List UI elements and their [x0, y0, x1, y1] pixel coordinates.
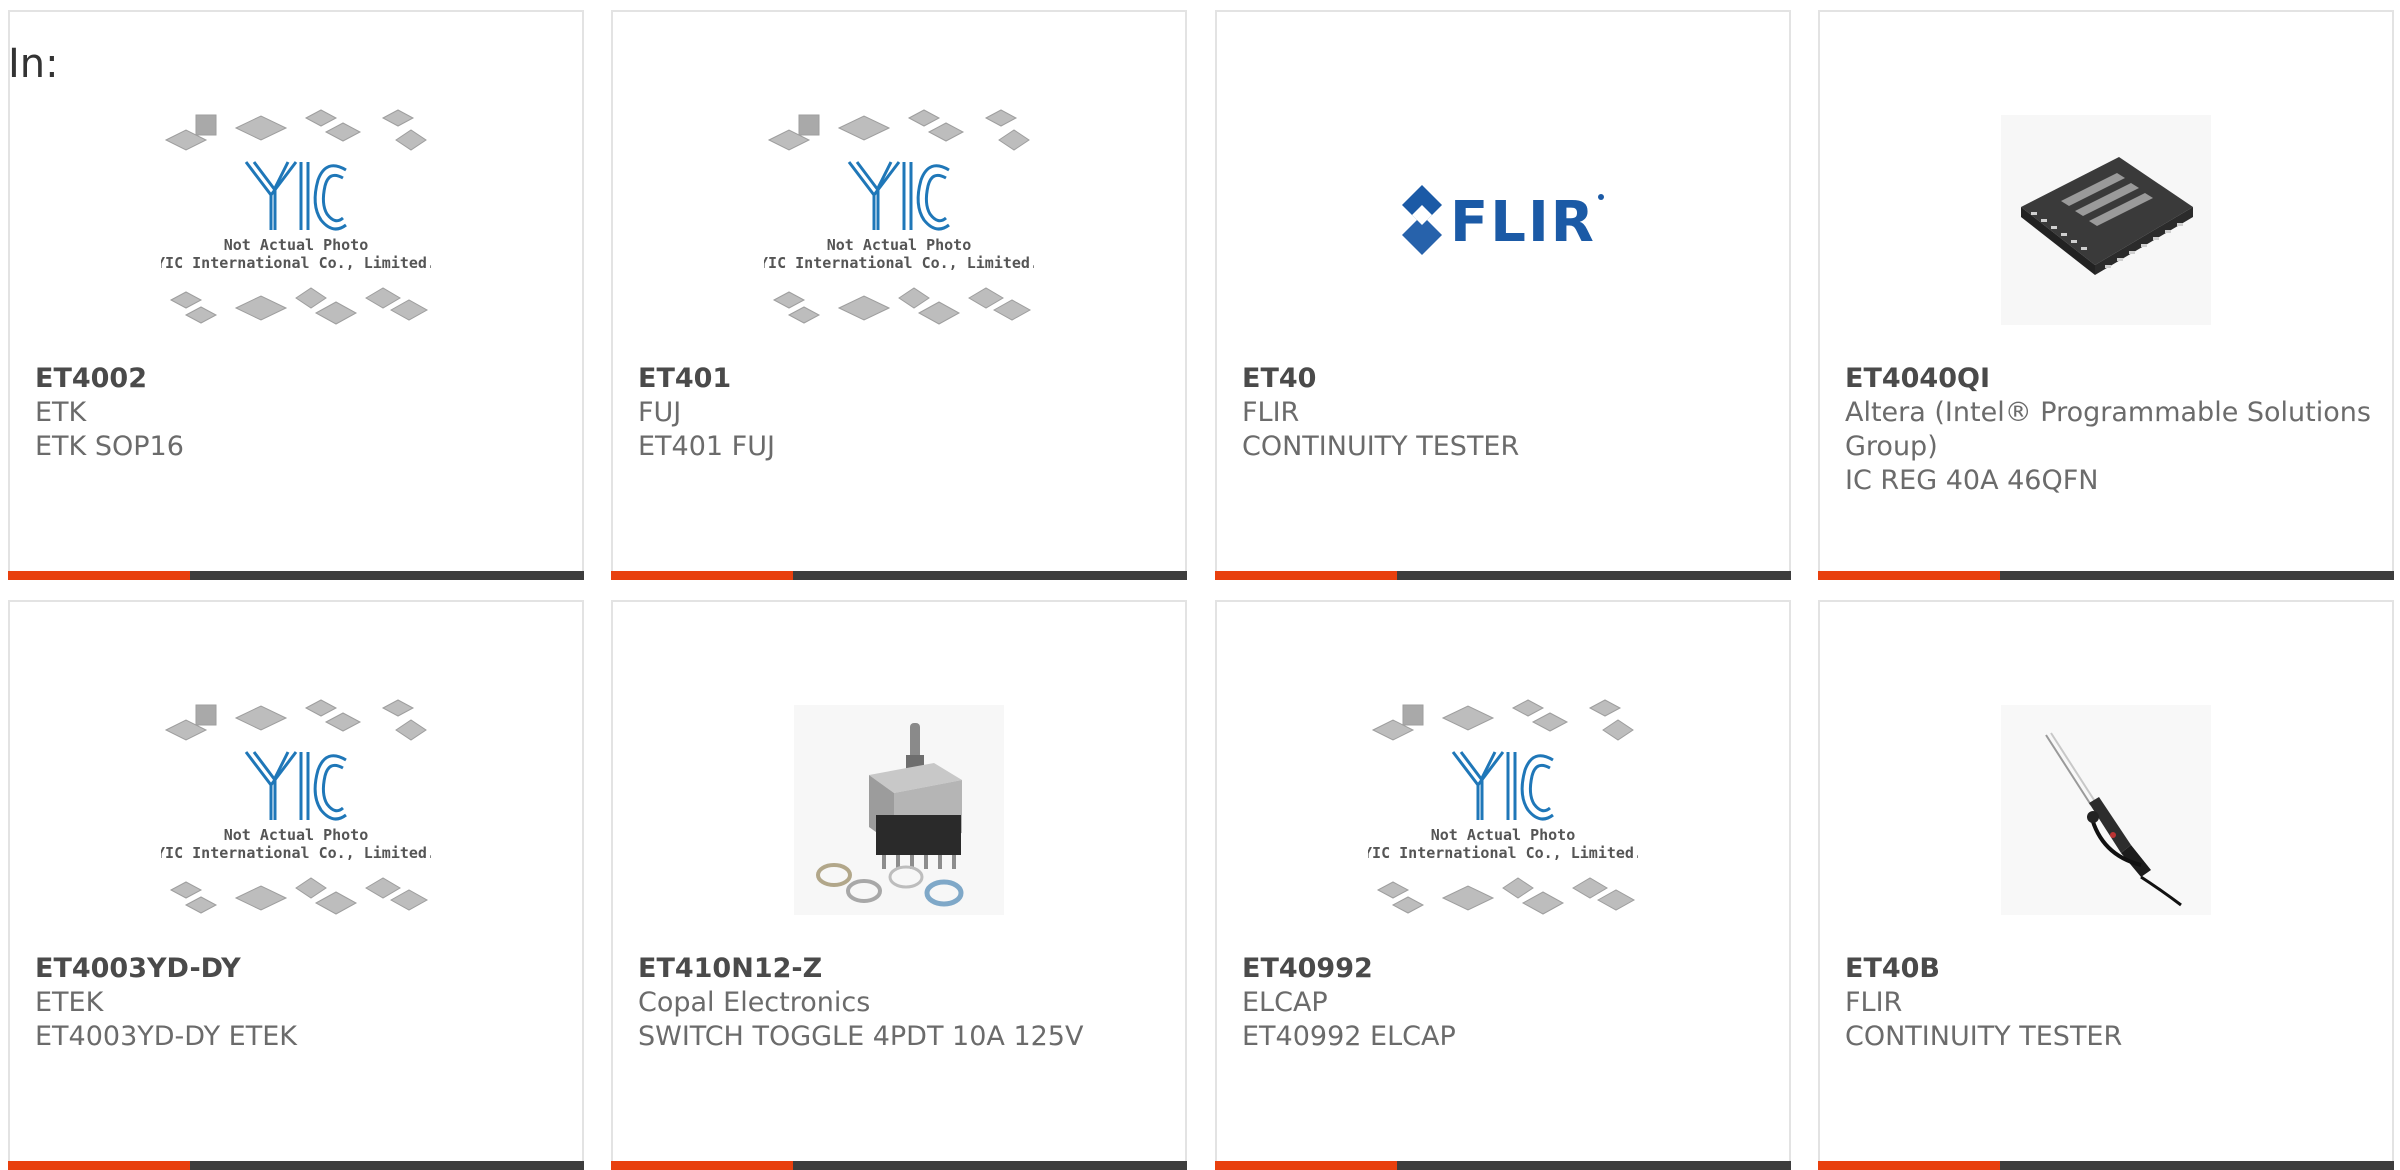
yic-placeholder-image: Not Actual Photo YIC International Co., …	[1368, 699, 1638, 915]
description: IC REG 40A 46QFN	[1845, 465, 2099, 496]
product-info: ET40 FLIR CONTINUITY TESTER	[1242, 362, 1769, 464]
manufacturer: FLIR	[1242, 397, 1300, 428]
card-footer-accent	[1215, 1161, 1397, 1170]
part-number[interactable]: ET40	[1242, 362, 1769, 396]
product-card[interactable]: ET4040QI Altera (Intel® Programmable Sol…	[1818, 10, 2394, 580]
product-info: ET4040QI Altera (Intel® Programmable Sol…	[1845, 362, 2372, 498]
product-image[interactable]	[1820, 690, 2392, 930]
part-number[interactable]: ET410N12-Z	[638, 952, 1165, 986]
product-image[interactable]: Not Actual Photo YIC International Co., …	[613, 100, 1185, 340]
card-footer-bar	[611, 571, 1187, 580]
card-footer-accent	[1215, 571, 1397, 580]
manufacturer: ETEK	[35, 987, 104, 1018]
product-info: ET401 FUJ ET401 FUJ	[638, 362, 1165, 464]
card-footer-bar	[1818, 571, 2394, 580]
svg-text:FLIR: FLIR	[1450, 190, 1596, 255]
product-image[interactable]: Not Actual Photo YIC International Co., …	[1217, 690, 1789, 930]
product-grid: Not Actual Photo YIC International Co., …	[0, 0, 2400, 1170]
tester-probe-image	[2001, 705, 2211, 915]
placeholder-caption-2: YIC International Co., Limited.	[161, 844, 431, 862]
placeholder-caption-1: Not Actual Photo	[224, 826, 369, 844]
part-number[interactable]: ET4040QI	[1845, 362, 2372, 396]
product-image[interactable]	[613, 690, 1185, 930]
product-image[interactable]: Not Actual Photo YIC International Co., …	[10, 690, 582, 930]
yic-placeholder-image: Not Actual Photo YIC International Co., …	[161, 109, 431, 325]
description: CONTINUITY TESTER	[1242, 431, 1520, 462]
product-image[interactable]: Not Actual Photo YIC International Co., …	[10, 100, 582, 340]
manufacturer: Copal Electronics	[638, 987, 871, 1018]
description: ET4003YD-DY ETEK	[35, 1021, 297, 1052]
manufacturer: ETK	[35, 397, 87, 428]
product-info: ET4003YD-DY ETEK ET4003YD-DY ETEK	[35, 952, 562, 1054]
card-footer-accent	[8, 1161, 190, 1170]
product-info: ET4002 ETK ETK SOP16	[35, 362, 562, 464]
manufacturer: Altera (Intel® Programmable Solutions Gr…	[1845, 397, 2371, 462]
product-card[interactable]: Not Actual Photo YIC International Co., …	[1215, 600, 1791, 1170]
product-card[interactable]: Not Actual Photo YIC International Co., …	[8, 600, 584, 1170]
product-card[interactable]: Not Actual Photo YIC International Co., …	[611, 10, 1187, 580]
manufacturer: ELCAP	[1242, 987, 1328, 1018]
card-footer-bar	[1215, 571, 1791, 580]
manufacturer: FUJ	[638, 397, 682, 428]
card-footer-accent	[1818, 571, 2000, 580]
card-footer-accent	[611, 1161, 793, 1170]
product-image[interactable]: FLIR	[1217, 100, 1789, 340]
product-info: ET40B FLIR CONTINUITY TESTER	[1845, 952, 2372, 1054]
flir-logo-image: FLIR	[1402, 185, 1604, 255]
card-footer-bar	[8, 571, 584, 580]
card-footer-accent	[8, 571, 190, 580]
qfn-chip-image	[2001, 115, 2211, 325]
product-card[interactable]: FLIR ET40 FLIR CONTINUITY TESTER	[1215, 10, 1791, 580]
card-footer-bar	[1818, 1161, 2394, 1170]
placeholder-caption-1: Not Actual Photo	[224, 236, 369, 254]
part-number[interactable]: ET4002	[35, 362, 562, 396]
card-footer-accent	[611, 571, 793, 580]
part-number[interactable]: ET40B	[1845, 952, 2372, 986]
card-footer-accent	[1818, 1161, 2000, 1170]
page-label: In:	[8, 41, 59, 87]
product-card[interactable]: Not Actual Photo YIC International Co., …	[8, 10, 584, 580]
placeholder-caption-2: YIC International Co., Limited.	[764, 254, 1034, 272]
toggle-switch-image	[794, 705, 1004, 915]
placeholder-caption-2: YIC International Co., Limited.	[1368, 844, 1638, 862]
product-card[interactable]: ET40B FLIR CONTINUITY TESTER	[1818, 600, 2394, 1170]
description: CONTINUITY TESTER	[1845, 1021, 2123, 1052]
part-number[interactable]: ET4003YD-DY	[35, 952, 562, 986]
product-card[interactable]: ET410N12-Z Copal Electronics SWITCH TOGG…	[611, 600, 1187, 1170]
card-footer-bar	[1215, 1161, 1791, 1170]
yic-placeholder-image: Not Actual Photo YIC International Co., …	[161, 699, 431, 915]
product-info: ET40992 ELCAP ET40992 ELCAP	[1242, 952, 1769, 1054]
placeholder-caption-2: YIC International Co., Limited.	[161, 254, 431, 272]
description: SWITCH TOGGLE 4PDT 10A 125V	[638, 1021, 1084, 1052]
description: ET40992 ELCAP	[1242, 1021, 1456, 1052]
part-number[interactable]: ET40992	[1242, 952, 1769, 986]
card-footer-bar	[611, 1161, 1187, 1170]
placeholder-caption-1: Not Actual Photo	[827, 236, 972, 254]
manufacturer: FLIR	[1845, 987, 1903, 1018]
card-footer-bar	[8, 1161, 584, 1170]
description: ET401 FUJ	[638, 431, 775, 462]
yic-placeholder-image: Not Actual Photo YIC International Co., …	[764, 109, 1034, 325]
product-image[interactable]	[1820, 100, 2392, 340]
placeholder-caption-1: Not Actual Photo	[1431, 826, 1576, 844]
product-info: ET410N12-Z Copal Electronics SWITCH TOGG…	[638, 952, 1165, 1054]
part-number[interactable]: ET401	[638, 362, 1165, 396]
description: ETK SOP16	[35, 431, 184, 462]
